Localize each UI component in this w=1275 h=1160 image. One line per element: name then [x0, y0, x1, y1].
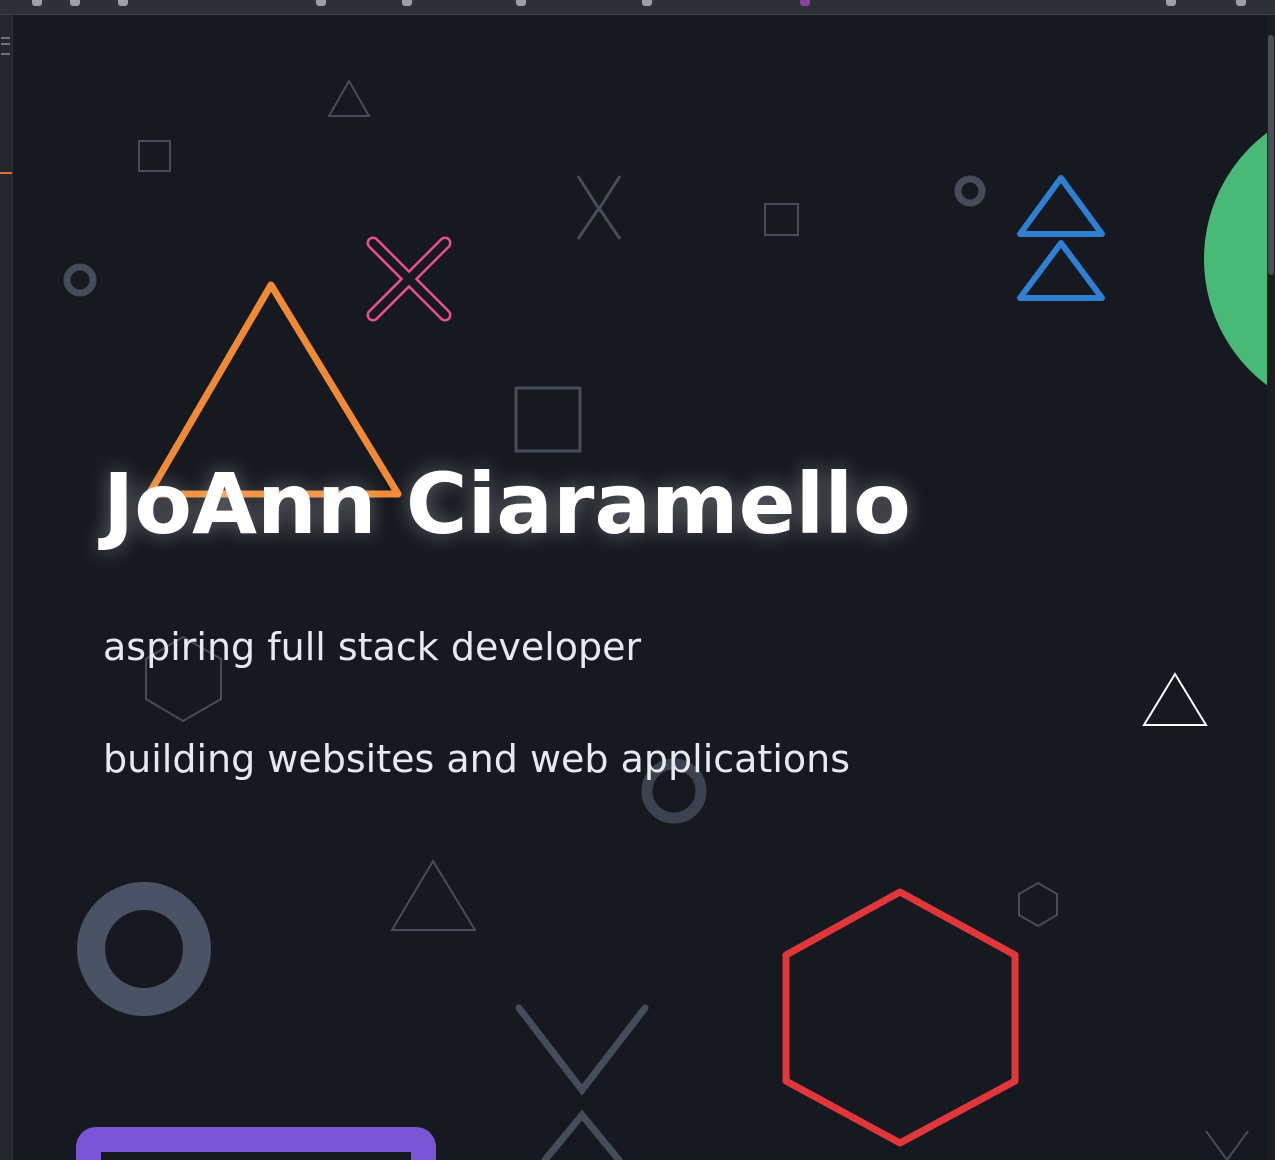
- toolbar-icon[interactable]: [1236, 0, 1246, 6]
- muted-shapes: [138, 78, 1249, 1160]
- chevron-icon: [1205, 1130, 1249, 1160]
- hero-section: JoAnn Ciaramello aspiring full stack dev…: [13, 15, 1267, 1160]
- background-shapes: [63, 78, 1267, 1160]
- cta-button-inner: [101, 1152, 411, 1160]
- pink-x-icon: [366, 236, 452, 322]
- toolbar-icon[interactable]: [642, 0, 652, 6]
- browser-toolbar: [0, 0, 1275, 15]
- white-triangle-icon: [1142, 672, 1208, 726]
- blue-triangle-icon: [1017, 175, 1105, 237]
- square-outline-icon: [764, 203, 799, 236]
- left-sidebar-rail: [0, 15, 13, 1160]
- red-hexagon-icon: [782, 888, 1019, 1147]
- chevron-icon: [576, 205, 622, 240]
- chevron-icon: [576, 175, 622, 212]
- toolbar-icon[interactable]: [316, 0, 326, 6]
- toolbar-icon[interactable]: [516, 0, 526, 6]
- chevron-icon: [541, 1109, 623, 1160]
- chevron-icon: [515, 1004, 649, 1096]
- ring-icon: [63, 263, 97, 297]
- toolbar-icon[interactable]: [70, 0, 80, 6]
- toolbar-icon[interactable]: [402, 0, 412, 6]
- hexagon-icon: [1018, 881, 1058, 928]
- ring-icon: [77, 882, 211, 1016]
- toolbar-icon[interactable]: [32, 0, 42, 6]
- toolbar-icon[interactable]: [1166, 0, 1176, 6]
- toolbar-icon[interactable]: [118, 0, 128, 6]
- cta-button[interactable]: [76, 1127, 436, 1160]
- square-outline-icon: [514, 386, 582, 453]
- menu-icon[interactable]: [1, 37, 10, 39]
- square-outline-icon: [138, 140, 171, 172]
- blue-triangle-icon: [1017, 240, 1105, 301]
- scrollbar-thumb[interactable]: [1268, 35, 1274, 275]
- hero-tagline-description: building websites and web applications: [103, 737, 851, 781]
- triangle-outline-icon: [327, 78, 371, 117]
- hero-name: JoAnn Ciaramello: [103, 455, 911, 553]
- triangle-outline-icon: [390, 859, 477, 931]
- green-circle-shape: [1204, 132, 1267, 386]
- ring-icon: [954, 175, 986, 207]
- toolbar-icon[interactable]: [800, 0, 810, 6]
- hero-tagline-role: aspiring full stack developer: [103, 625, 642, 669]
- menu-icon[interactable]: [1, 53, 10, 55]
- scrollbar[interactable]: [1267, 15, 1275, 1160]
- active-indicator: [0, 172, 12, 174]
- menu-icon[interactable]: [1, 43, 10, 45]
